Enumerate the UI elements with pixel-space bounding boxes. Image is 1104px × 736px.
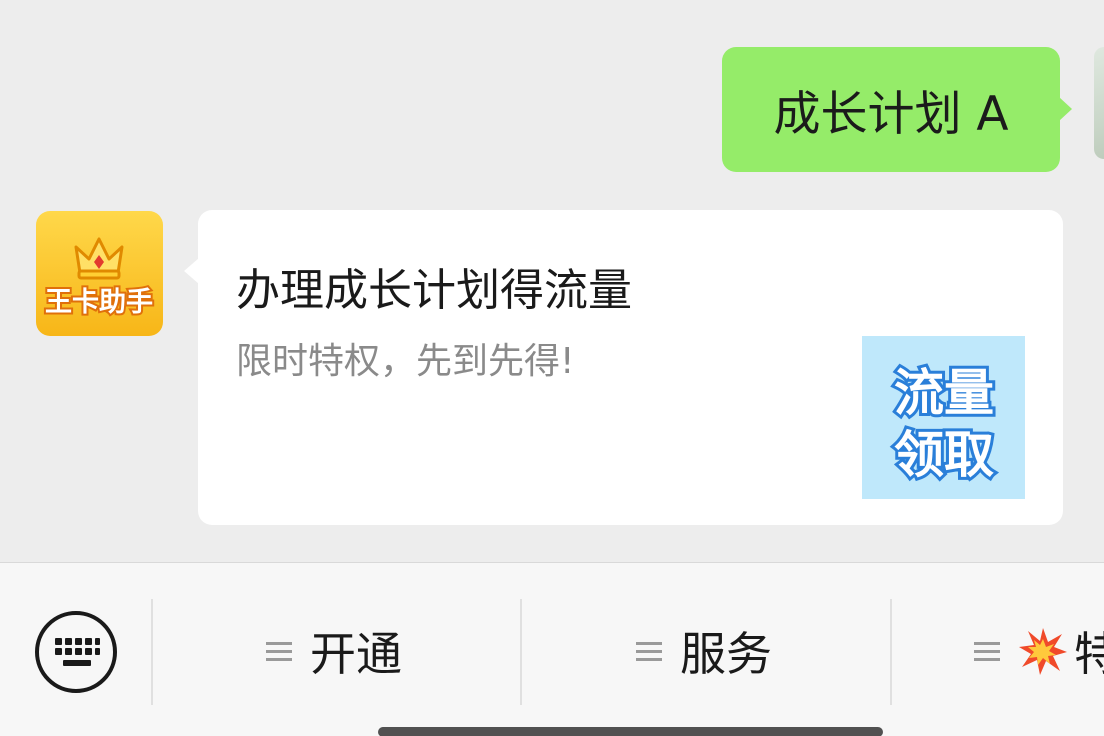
card-thumbnail: 流量 领取 [862,336,1025,499]
card-description: 限时特权，先到先得! [236,341,575,382]
menu-item-label: 特 [1074,627,1104,681]
promo-card[interactable]: 办理成长计划得流量 限时特权，先到先得! 流量 领取 [184,210,1063,525]
bottom-menu-bar: 开通 服务 特 [0,562,1104,736]
thumbnail-text-line1: 流量 [894,364,994,422]
menu-item-label: 开通 [310,627,402,681]
menu-divider [890,599,892,705]
card-title: 办理成长计划得流量 [236,265,632,316]
menu-lines-icon [636,642,662,661]
keyboard-toggle-button[interactable] [33,609,119,695]
chat-area: 成长计划 A 王卡助手 办理成长计划得流量 限时特权，先到先得! 流量 领取 [0,0,1104,562]
home-indicator[interactable] [378,727,883,736]
menu-divider [520,599,522,705]
menu-lines-icon [266,642,292,661]
bot-avatar[interactable]: 王卡助手 [36,211,163,336]
outgoing-message-text: 成长计划 A [773,87,1009,142]
menu-item-service[interactable]: 服务 [636,603,772,699]
menu-item-activate[interactable]: 开通 [266,603,402,699]
collision-icon [1019,628,1067,675]
crown-icon [74,237,124,280]
menu-item-label: 服务 [680,627,772,681]
menu-item-special[interactable]: 特 [974,603,1104,699]
self-avatar[interactable] [1094,47,1104,159]
menu-lines-icon [974,642,1000,661]
outgoing-message-bubble[interactable]: 成长计划 A [722,47,1072,172]
keyboard-icon [35,611,117,693]
thumbnail-text-line2: 领取 [894,426,994,484]
menu-divider [151,599,153,705]
bot-avatar-label: 王卡助手 [45,287,153,318]
